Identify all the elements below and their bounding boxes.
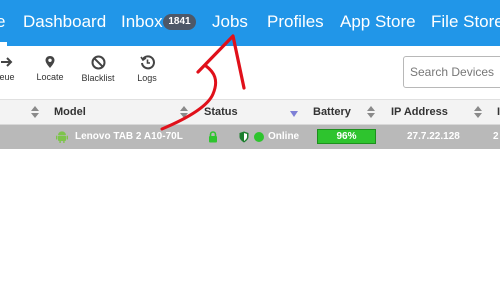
column-header-battery[interactable]: Battery <box>313 106 351 118</box>
nav-item-dashboard[interactable]: Dashboard <box>23 11 106 33</box>
device-model[interactable]: Lenovo TAB 2 A10-70L <box>75 131 183 142</box>
blacklist-button[interactable]: Blacklist <box>79 55 117 83</box>
column-header-model[interactable]: Model <box>54 106 86 118</box>
column-header-status[interactable]: Status <box>204 106 238 118</box>
device-extra-cell: 2 <box>493 131 499 142</box>
lock-icon <box>209 131 217 143</box>
table-header: Model Status Battery IP Address I <box>0 99 500 125</box>
logs-button[interactable]: Logs <box>134 55 160 83</box>
nav-item-jobs[interactable]: Jobs <box>212 11 248 33</box>
inbox-count-badge: 1841 <box>163 14 196 30</box>
locate-label: Locate <box>36 72 64 82</box>
blacklist-label: Blacklist <box>81 73 115 83</box>
nav-item-app-store[interactable]: App Store <box>340 11 416 33</box>
status-filter-icon[interactable] <box>290 111 298 117</box>
model-sort-icon[interactable] <box>180 106 188 118</box>
shield-icon <box>239 131 249 143</box>
battery-sort-icon[interactable] <box>367 106 375 118</box>
nav-item-profiles[interactable]: Profiles <box>267 11 324 33</box>
location-pin-icon <box>45 56 55 68</box>
device-status: Online <box>268 131 300 142</box>
top-nav: e Dashboard Inbox 1841 Jobs Profiles App… <box>0 0 500 46</box>
locate-button[interactable]: Locate <box>33 55 67 82</box>
device-ip-address: 27.7.22.128 <box>407 131 460 142</box>
nav-item-home[interactable]: e <box>0 11 5 33</box>
logs-label: Logs <box>137 73 157 83</box>
online-status-dot <box>254 132 264 142</box>
battery-level-bar: 96% <box>317 129 376 144</box>
table-row[interactable]: Lenovo TAB 2 A10-70L Online 96% 27.7.22.… <box>0 125 500 149</box>
queue-arrow-icon <box>1 57 13 67</box>
queue-button[interactable]: eue <box>0 55 20 82</box>
select-sort-icon[interactable] <box>31 106 39 118</box>
search-devices-input[interactable] <box>403 56 500 88</box>
history-icon <box>139 55 155 70</box>
blocked-icon <box>91 55 105 70</box>
ip-sort-icon[interactable] <box>474 106 482 118</box>
nav-item-inbox[interactable]: Inbox <box>121 11 163 33</box>
queue-label: eue <box>0 72 15 82</box>
nav-item-file-store[interactable]: File Store <box>431 11 500 33</box>
android-icon <box>56 131 68 143</box>
column-header-ip[interactable]: IP Address <box>391 106 448 118</box>
